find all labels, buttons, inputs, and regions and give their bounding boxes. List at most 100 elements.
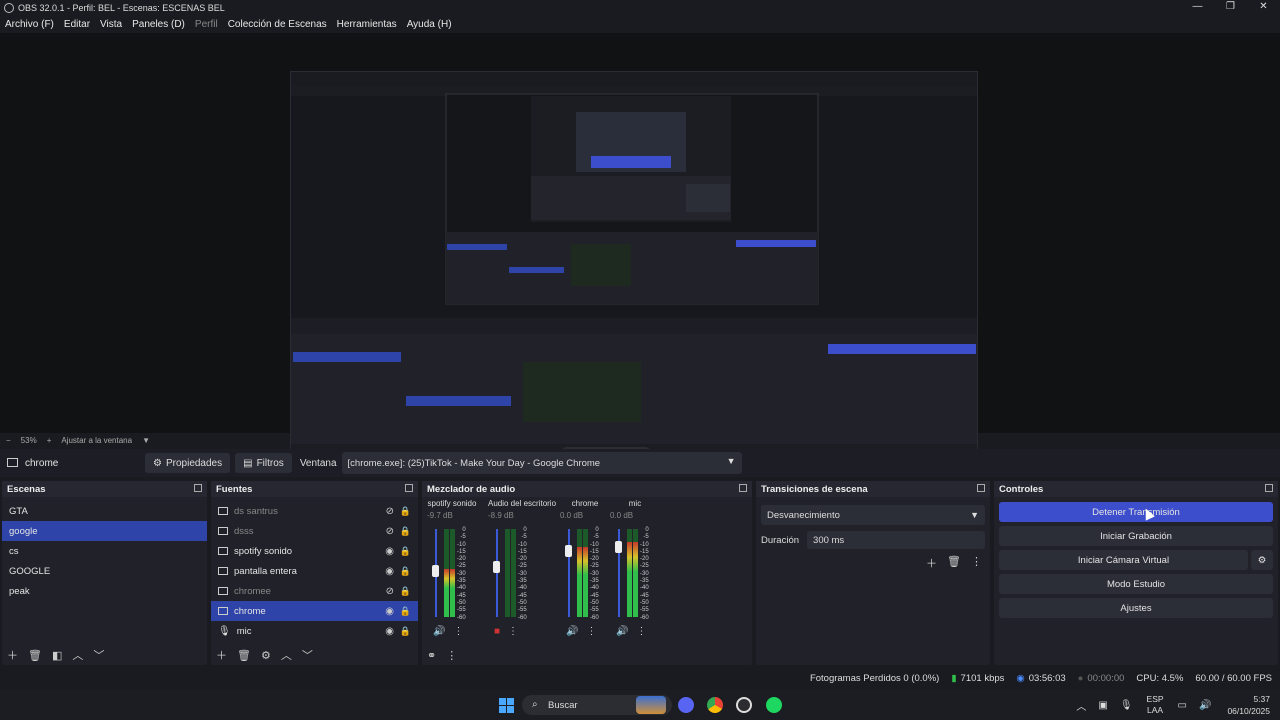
scene-item[interactable]: google [2,521,207,541]
source-item[interactable]: ds santrus ⊘ 🔒 [211,501,418,521]
chrome-icon[interactable] [707,697,723,713]
muted-icon[interactable]: ■ [494,626,500,637]
duration-input[interactable]: 300 ms [807,531,985,549]
eye-off-icon[interactable]: ⊘ [386,586,394,597]
link-icon[interactable]: ⚭ [427,649,436,662]
clock[interactable]: 5:37 06/10/2025 [1227,693,1270,717]
speaker-icon[interactable]: 🔊 [616,626,628,637]
virtual-cam-settings-button[interactable]: ⚙ [1251,550,1273,570]
start-recording-button[interactable]: Iniciar Grabación [999,526,1273,546]
lock-icon[interactable]: 🔒 [400,626,411,637]
source-item[interactable]: 🎙 mic ◉ 🔒 [211,621,418,641]
window-select[interactable]: [chrome.exe]: (25)TikTok - Make Your Day… [341,452,742,474]
eye-icon[interactable]: ◉ [385,606,394,617]
chevron-up-icon[interactable]: ︿ [281,647,292,663]
zoom-dropdown-icon[interactable]: ▼ [142,436,150,445]
chevron-up-icon[interactable]: ︿ [72,647,83,663]
more-options-icon[interactable]: ⋮ [453,626,463,637]
scene-item[interactable]: peak [2,581,207,601]
eye-icon[interactable]: ◉ [385,626,394,637]
menu-vista[interactable]: Vista [100,19,122,30]
undock-icon[interactable] [194,484,202,492]
chevron-down-icon[interactable]: ﹀ [302,647,313,663]
lock-icon[interactable]: 🔒 [400,606,411,617]
eye-off-icon[interactable]: ⊘ [386,526,394,537]
settings-button[interactable]: Ajustes [999,598,1273,618]
more-options-icon[interactable]: ⋮ [636,626,646,637]
properties-button[interactable]: ⚙ Propiedades [145,453,231,473]
network-icon[interactable]: ▭ [1178,700,1187,711]
microphone-icon[interactable]: 🎙 [1120,700,1133,711]
discord-icon[interactable] [678,697,694,713]
spotify-icon[interactable] [766,697,782,713]
filters-button[interactable]: ▤ Filtros [235,453,292,473]
stop-stream-button[interactable]: Detener Transmisión [999,502,1273,522]
eye-icon[interactable]: ◉ [385,566,394,577]
source-item[interactable]: chromee ⊘ 🔒 [211,581,418,601]
undock-icon[interactable] [1265,484,1273,492]
preview-area[interactable] [0,33,1280,461]
undock-icon[interactable] [739,484,747,492]
menu-editar[interactable]: Editar [64,19,90,30]
undock-icon[interactable] [405,484,413,492]
source-item[interactable]: dsss ⊘ 🔒 [211,521,418,541]
menu-paneles[interactable]: Paneles (D) [132,19,185,30]
chevron-down-icon[interactable]: ﹀ [93,647,104,663]
source-item[interactable]: chrome ◉ 🔒 [211,601,418,621]
more-options-icon[interactable]: ⋮ [446,649,457,662]
add-icon[interactable]: ＋ [7,647,18,663]
trash-icon[interactable]: 🗑 [237,649,251,662]
volume-slider-handle[interactable] [565,545,572,557]
maximize-button[interactable]: ❐ [1214,0,1247,15]
speaker-icon[interactable]: 🔊 [566,626,578,637]
lock-icon[interactable]: 🔒 [400,546,411,557]
eye-off-icon[interactable]: ⊘ [386,506,394,517]
language-indicator[interactable]: ESP LAA [1147,694,1164,716]
more-options-icon[interactable]: ⋮ [586,626,596,637]
undock-icon[interactable] [977,484,985,492]
menu-coleccion[interactable]: Colección de Escenas [228,19,327,30]
scene-item[interactable]: GOOGLE [2,561,207,581]
menu-archivo[interactable]: Archivo (F) [5,19,54,30]
trash-icon[interactable]: 🗑 [947,555,961,571]
zoom-out-button[interactable]: − [6,436,11,445]
preview-canvas[interactable] [290,71,978,461]
zoom-in-button[interactable]: + [47,436,52,445]
add-icon[interactable]: ＋ [926,555,937,571]
trash-icon[interactable]: 🗑 [28,649,42,662]
transition-select[interactable]: Desvanecimiento ▼ [761,505,985,525]
more-options-icon[interactable]: ⋮ [971,555,982,571]
add-icon[interactable]: ＋ [216,647,227,663]
chevron-up-icon[interactable]: ︿ [1076,698,1086,713]
lock-icon[interactable]: 🔒 [400,526,411,537]
source-item[interactable]: pantalla entera ◉ 🔒 [211,561,418,581]
start-virtual-cam-button[interactable]: Iniciar Cámara Virtual [999,550,1248,570]
minimize-button[interactable]: — [1181,0,1214,15]
volume-slider-handle[interactable] [493,561,500,573]
speaker-icon[interactable]: 🔊 [433,626,445,637]
scene-item[interactable]: GTA [2,501,207,521]
fit-to-window-button[interactable]: Ajustar a la ventana [61,436,132,445]
lock-icon[interactable]: 🔒 [400,566,411,577]
menu-perfil[interactable]: Perfil [195,19,218,30]
volume-slider-track[interactable] [496,529,498,617]
more-options-icon[interactable]: ⋮ [508,626,518,637]
source-item[interactable]: spotify sonido ◉ 🔒 [211,541,418,561]
volume-icon[interactable]: 🔊 [1199,700,1211,711]
menu-herramientas[interactable]: Herramientas [337,19,397,30]
scene-item[interactable]: cs [2,541,207,561]
menu-ayuda[interactable]: Ayuda (H) [407,19,452,30]
filter-icon[interactable]: ◧ [52,649,62,662]
eye-icon[interactable]: ◉ [385,546,394,557]
volume-slider-handle[interactable] [432,565,439,577]
lock-icon[interactable]: 🔒 [400,506,411,517]
lock-icon[interactable]: 🔒 [400,586,411,597]
gear-icon[interactable]: ⚙ [261,649,271,662]
app-tray-icon[interactable]: ▣ [1098,700,1107,711]
close-button[interactable]: ✕ [1247,0,1280,15]
start-button[interactable] [499,698,514,713]
volume-slider-handle[interactable] [615,541,622,553]
volume-slider-track[interactable] [568,529,570,617]
studio-mode-button[interactable]: Modo Estudio [999,574,1273,594]
obs-icon[interactable] [736,697,752,713]
